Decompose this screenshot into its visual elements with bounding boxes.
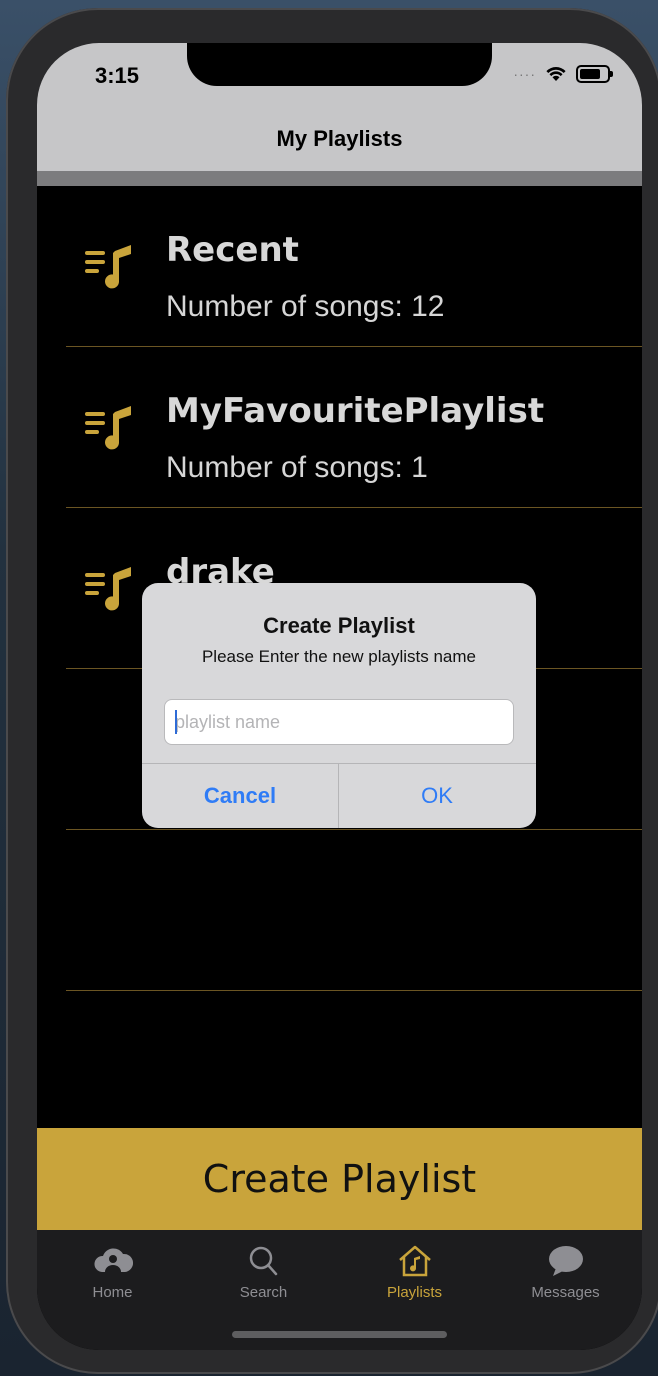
playlist-song-count: Number of songs: 1 — [166, 451, 428, 484]
playlist-name-input[interactable] — [164, 699, 514, 745]
wifi-icon — [546, 67, 566, 81]
tab-messages[interactable]: Messages — [490, 1244, 641, 1301]
tab-label: Search — [239, 1284, 288, 1301]
status-time: 3:15 — [95, 63, 140, 88]
tab-label: Home — [92, 1284, 133, 1301]
tab-home[interactable]: Home — [37, 1244, 188, 1301]
phone-screen: 3:15 ···· My Playlists Recent Number of … — [37, 43, 642, 1350]
cloud-person-icon — [94, 1248, 133, 1272]
header-divider — [37, 171, 642, 186]
magnifier-icon — [249, 1246, 277, 1276]
tab-playlists[interactable]: Playlists — [339, 1244, 490, 1301]
playlist-name: MyFavouritePlaylist — [166, 391, 545, 431]
playlist-song-count: Number of songs: 12 — [166, 290, 445, 323]
tab-label: Messages — [531, 1284, 600, 1301]
phone-frame: 3:15 ···· My Playlists Recent Number of … — [6, 8, 658, 1374]
alert-message: Please Enter the new playlists name — [201, 647, 477, 666]
ok-button[interactable]: OK — [339, 764, 535, 828]
create-playlist-alert: Create Playlist Please Enter the new pla… — [142, 583, 536, 828]
page-title: My Playlists — [276, 126, 403, 151]
device-notch — [187, 43, 492, 86]
create-playlist-button[interactable]: Create Playlist — [37, 1128, 642, 1230]
tab-search[interactable]: Search — [188, 1244, 339, 1301]
music-list-icon — [85, 245, 131, 289]
music-list-icon — [85, 567, 131, 611]
playlist-row-favourite[interactable]: MyFavouritePlaylist Number of songs: 1 — [37, 347, 642, 508]
cancel-button[interactable]: Cancel — [142, 764, 338, 828]
alert-title: Create Playlist — [263, 613, 415, 638]
battery-icon — [576, 65, 613, 83]
playlist-name: Recent — [166, 230, 299, 270]
cellular-signal-icon: ···· — [513, 66, 536, 82]
tab-label: Playlists — [386, 1284, 442, 1301]
chat-bubble-icon — [548, 1246, 583, 1276]
status-icons: ···· — [513, 65, 613, 83]
row-divider — [66, 990, 642, 991]
navigation-header: 3:15 ···· My Playlists — [37, 43, 642, 171]
home-indicator[interactable] — [232, 1331, 447, 1338]
music-list-icon — [85, 406, 131, 450]
text-cursor — [175, 710, 177, 734]
empty-row — [37, 830, 642, 991]
music-house-icon — [398, 1245, 431, 1277]
playlist-row-recent[interactable]: Recent Number of songs: 12 — [37, 186, 642, 347]
